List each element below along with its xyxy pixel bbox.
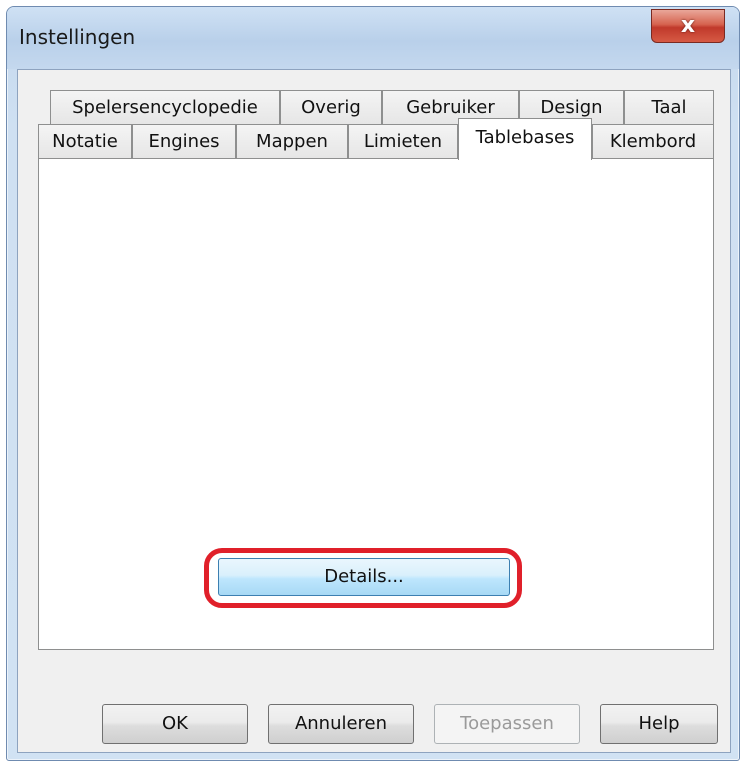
tab-spelersencyclopedie[interactable]: Spelersencyclopedie [50, 90, 280, 124]
tab-overig[interactable]: Overig [280, 90, 382, 124]
help-button[interactable]: Help [600, 704, 718, 744]
window-title: Instellingen [19, 25, 136, 49]
apply-button[interactable]: Toepassen [434, 704, 580, 744]
tab-limieten[interactable]: Limieten [348, 124, 458, 158]
tab-mappen[interactable]: Mappen [236, 124, 348, 158]
details-button[interactable]: Details... [218, 558, 510, 596]
tab-notatie[interactable]: Notatie [38, 124, 132, 158]
tab-engines[interactable]: Engines [132, 124, 236, 158]
close-icon: x [680, 13, 696, 38]
tab-tablebases[interactable]: Tablebases [458, 118, 592, 160]
dialog-client-area: Spelersencyclopedie Overig Gebruiker Des… [17, 69, 731, 753]
settings-dialog: Instellingen x Spelersencyclopedie Overi… [6, 6, 740, 761]
close-button[interactable]: x [651, 9, 725, 43]
ok-button[interactable]: OK [102, 704, 248, 744]
tab-control: Spelersencyclopedie Overig Gebruiker Des… [38, 90, 714, 650]
tab-klembord[interactable]: Klembord [592, 124, 714, 158]
cancel-button[interactable]: Annuleren [268, 704, 414, 744]
tab-taal[interactable]: Taal [624, 90, 714, 124]
title-bar[interactable]: Instellingen x [7, 7, 739, 69]
